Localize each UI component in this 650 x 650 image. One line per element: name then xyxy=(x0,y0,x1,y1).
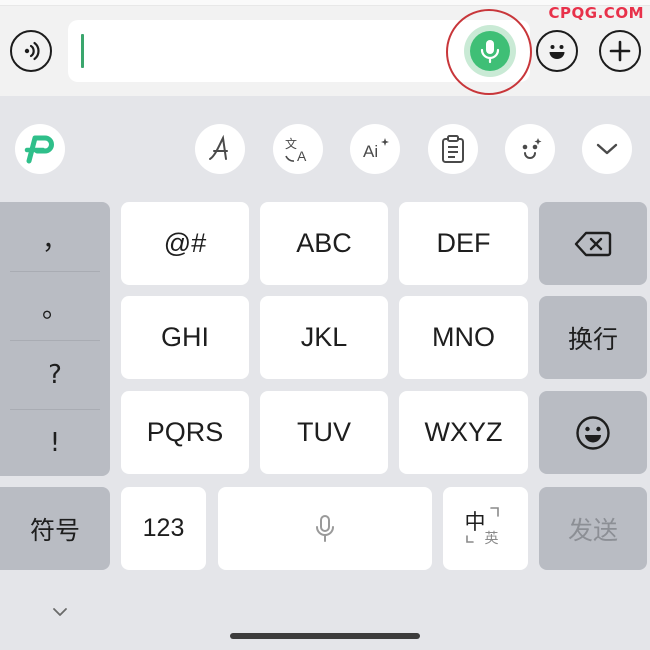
watermark-text: CPQG.COM xyxy=(548,4,644,22)
home-indicator[interactable] xyxy=(230,633,420,639)
p-logo-icon[interactable] xyxy=(15,124,65,174)
key-7[interactable]: PQRS xyxy=(121,391,249,474)
smiley-icon xyxy=(576,415,610,450)
key-2[interactable]: ABC xyxy=(260,202,388,285)
clipboard-icon[interactable] xyxy=(428,124,478,174)
backspace-key[interactable] xyxy=(539,202,647,285)
svg-text:A: A xyxy=(297,148,307,164)
punctuation-key-period[interactable]: 。 xyxy=(0,272,110,340)
newline-key[interactable]: 换行 xyxy=(539,296,647,379)
handwriting-font-icon[interactable] xyxy=(195,124,245,174)
number-mode-key[interactable]: 123 xyxy=(121,487,206,570)
punctuation-key-comma[interactable]: ， xyxy=(0,204,110,272)
key-1[interactable]: @# xyxy=(121,202,249,285)
swap-arrow-icon xyxy=(465,506,499,543)
microphone-icon xyxy=(470,31,510,71)
key-9[interactable]: WXYZ xyxy=(399,391,528,474)
punctuation-column: ， 。 ? ! xyxy=(0,202,110,476)
punctuation-key-exclaim[interactable]: ! xyxy=(0,409,110,477)
chevron-down-icon[interactable] xyxy=(582,124,632,174)
emoji-key[interactable] xyxy=(539,391,647,474)
microphone-icon xyxy=(316,514,334,542)
ai-assist-icon[interactable]: Ai xyxy=(350,124,400,174)
voice-wave-icon[interactable] xyxy=(10,30,52,72)
space-key[interactable] xyxy=(218,487,432,570)
svg-text:Ai: Ai xyxy=(363,142,378,161)
key-8[interactable]: TUV xyxy=(260,391,388,474)
key-4[interactable]: GHI xyxy=(121,296,249,379)
collapse-keyboard-icon[interactable] xyxy=(50,604,70,623)
send-key[interactable]: 发送 xyxy=(539,487,647,570)
symbols-key[interactable]: 符号 xyxy=(0,487,110,570)
emoji-face-icon[interactable] xyxy=(505,124,555,174)
translate-icon[interactable]: 文 A xyxy=(273,124,323,174)
key-5[interactable]: JKL xyxy=(260,296,388,379)
voice-wave-glyph xyxy=(24,41,40,61)
chat-input-bar: CPQG.COM xyxy=(0,0,650,96)
microphone-button[interactable] xyxy=(464,25,516,77)
language-switch-key[interactable]: 中 英 xyxy=(443,487,528,570)
language-switch-glyph: 中 英 xyxy=(461,504,511,554)
svg-text:文: 文 xyxy=(285,136,297,151)
smiley-icon[interactable] xyxy=(536,30,578,72)
plus-icon[interactable] xyxy=(599,30,641,72)
backspace-icon xyxy=(574,231,612,256)
key-3[interactable]: DEF xyxy=(399,202,528,285)
punctuation-key-question[interactable]: ? xyxy=(0,341,110,409)
text-caret xyxy=(81,34,84,68)
key-6[interactable]: MNO xyxy=(399,296,528,379)
